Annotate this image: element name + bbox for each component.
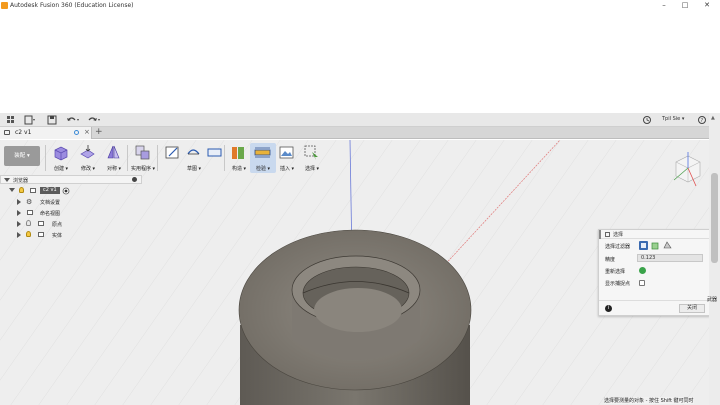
component-filter-icon[interactable] [663, 241, 672, 250]
tree-item-label: 命名视图 [40, 211, 61, 217]
browser-title: 浏览器 [13, 178, 29, 184]
visibility-bulb-icon[interactable] [26, 231, 31, 237]
folder-icon [27, 210, 33, 215]
component-icon [30, 188, 36, 193]
tree-item-label: 实体 [52, 233, 63, 239]
reselect-icon[interactable] [639, 267, 646, 274]
create-icon [54, 146, 68, 161]
info-icon[interactable]: i [605, 305, 612, 312]
sketch-icon [165, 146, 179, 159]
folder-icon [38, 232, 44, 237]
arc-icon [187, 149, 200, 155]
vertical-scrollbar[interactable]: ▲ [709, 113, 720, 405]
browser-header[interactable]: 浏览器 [0, 175, 142, 184]
tree-item-bodies[interactable]: 实体 [0, 230, 142, 240]
tree-item-label: 文档设置 [40, 200, 61, 206]
activate-radio-icon[interactable] [62, 187, 70, 195]
utilities-menu-label: 实用程序 ▾ [130, 166, 156, 172]
insert-icon [279, 146, 294, 159]
folder-icon [38, 221, 44, 226]
rectangle-icon [207, 148, 222, 157]
tree-item-label: 原点 [52, 222, 63, 228]
body-filter-icon[interactable] [651, 241, 660, 250]
tree-root-row[interactable]: c2 v1 [0, 186, 142, 196]
selection-filter-label: 选择过滤器 [605, 244, 631, 250]
save-icon[interactable] [47, 115, 57, 125]
maximize-button[interactable]: □ [676, 0, 694, 11]
close-dialog-button[interactable]: 关闭 [679, 304, 705, 313]
pin-icon[interactable] [132, 177, 137, 182]
minimize-button[interactable]: – [655, 0, 673, 11]
inspect-icon [254, 147, 271, 158]
new-tab-button[interactable]: + [95, 127, 103, 137]
status-message: 选择要测量的对象 - 按住 Shift 键可同时 [604, 397, 694, 404]
modify-icon [80, 145, 95, 159]
expand-arrow-icon[interactable] [9, 188, 15, 192]
precision-dropdown[interactable]: 0.123 [637, 254, 703, 262]
window-title: Autodesk Fusion 360 (Education License) [10, 2, 134, 9]
redo-icon[interactable] [86, 115, 102, 125]
application-bar: Tpil Sie ▾ ? [0, 113, 720, 127]
symmetry-menu-button[interactable]: 对称 ▾ [101, 143, 127, 173]
file-icon[interactable] [24, 115, 36, 125]
utilities-menu-button[interactable]: 实用程序 ▾ [130, 143, 156, 173]
document-tab[interactable]: c2 v1 × [0, 127, 92, 139]
user-account-menu[interactable]: Tpil Sie ▾ [662, 116, 684, 122]
clock-icon[interactable] [642, 115, 652, 125]
undo-icon[interactable] [66, 115, 80, 125]
tree-item-named-views[interactable]: 命名视图 [0, 208, 142, 218]
toolbar-separator [157, 145, 158, 171]
select-menu-button[interactable]: 选择 ▾ [299, 143, 325, 173]
close-window-button[interactable]: ✕ [698, 0, 716, 11]
collapse-arrow-icon[interactable] [4, 178, 10, 182]
blank-area [0, 11, 720, 113]
select-icon [304, 145, 318, 160]
inner-hole-bottom [314, 288, 402, 332]
face-filter-icon[interactable] [639, 241, 648, 250]
show-snap-points-checkbox[interactable] [639, 280, 645, 286]
select-dialog-header[interactable]: 选择 [599, 230, 709, 239]
select-dialog-footer: i 关闭 [599, 300, 709, 315]
scroll-up-arrow-icon[interactable]: ▲ [711, 115, 715, 121]
expand-arrow-icon[interactable] [17, 221, 21, 227]
tree-item-origin[interactable]: 原点 [0, 219, 142, 229]
gear-icon: ⚙ [26, 198, 33, 206]
select-menu-label: 选择 ▾ [304, 166, 320, 172]
select-dialog-title: 选择 [613, 232, 624, 238]
cloud-sync-icon [74, 130, 79, 135]
root-component-label: c2 v1 [40, 187, 60, 194]
help-icon[interactable]: ? [697, 115, 707, 125]
document-icon [4, 130, 10, 135]
close-tab-button[interactable]: × [84, 128, 90, 136]
select-dialog: 选择 选择过滤器 精度 0.123 重新选择 显示捕捉点 i 关闭 [598, 229, 710, 316]
view-cube[interactable] [666, 150, 708, 192]
show-snap-points-label: 显示捕捉点 [605, 281, 631, 287]
expand-arrow-icon[interactable] [17, 210, 21, 216]
precision-label: 精度 [605, 257, 616, 263]
side-label: 武器 [707, 297, 718, 303]
window-title-bar: Autodesk Fusion 360 (Education License) … [0, 0, 720, 11]
expand-arrow-icon[interactable] [17, 199, 21, 205]
expand-arrow-icon[interactable] [17, 232, 21, 238]
dialog-icon [605, 232, 610, 237]
apps-grid-icon[interactable] [6, 115, 16, 125]
tree-item-document-settings[interactable]: ⚙ 文档设置 [0, 197, 142, 207]
document-tab-bar: c2 v1 × + [0, 127, 720, 139]
main-toolbar: 装配 ▾ 创建 ▾ 修改 ▾ 对称 ▾ 实用程序 ▾ 草图 ▾ 构造 ▾ 检验 … [0, 140, 720, 173]
reselect-label: 重新选择 [605, 269, 626, 275]
symmetry-icon [107, 145, 120, 159]
document-tab-label: c2 v1 [15, 129, 32, 136]
construct-icon [232, 147, 244, 159]
visibility-bulb-icon[interactable] [19, 187, 24, 193]
utilities-icon [135, 145, 150, 160]
scrollbar-thumb[interactable] [711, 173, 718, 263]
fusion-app-icon [1, 2, 8, 9]
svg-text:?: ? [701, 118, 704, 124]
workspace-switcher-button[interactable]: 装配 ▾ [4, 146, 40, 166]
visibility-bulb-icon[interactable] [26, 220, 31, 226]
dialog-drag-handle[interactable] [599, 230, 601, 239]
